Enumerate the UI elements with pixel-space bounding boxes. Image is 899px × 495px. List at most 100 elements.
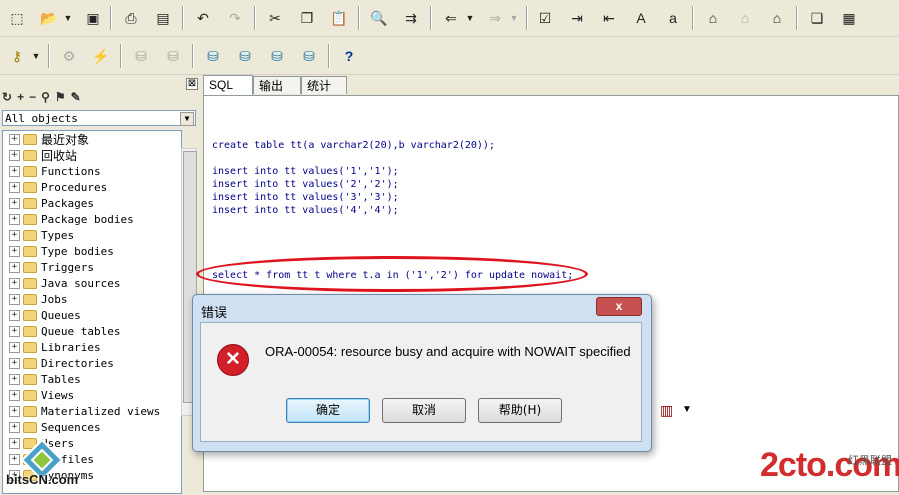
save-icon[interactable]: ▣ xyxy=(82,7,104,29)
tree-item[interactable]: + Tables xyxy=(3,371,81,387)
refresh-icon[interactable]: ↻ xyxy=(2,90,12,106)
expand-icon[interactable]: + xyxy=(9,261,20,273)
tree-item[interactable]: + Functions xyxy=(3,163,101,179)
expand-icon[interactable]: + xyxy=(9,309,20,321)
find-icon[interactable]: 🔍 xyxy=(368,7,390,29)
rollback-icon[interactable]: ⛁ xyxy=(162,45,184,67)
close-icon[interactable]: ⊠ xyxy=(186,78,198,90)
import-dropdown-icon[interactable]: ▼ xyxy=(464,7,476,29)
tree-item[interactable]: + Types xyxy=(3,227,74,243)
copy-icon[interactable]: ❐ xyxy=(296,7,318,29)
folder-icon xyxy=(23,149,37,161)
window-list-icon[interactable]: ❏ xyxy=(806,7,828,29)
sql-explain-icon[interactable]: ⛁ xyxy=(234,45,256,67)
tree-item[interactable]: + Queues xyxy=(3,307,81,323)
expand-icon[interactable]: + xyxy=(9,277,20,289)
dialog-close-button[interactable]: x xyxy=(596,297,642,316)
find-next-icon[interactable]: ⇉ xyxy=(400,7,422,29)
chart-icon[interactable]: ▥ xyxy=(660,402,673,419)
tree-item[interactable]: + Sequences xyxy=(3,419,101,435)
tree-item[interactable]: + 最近对象 xyxy=(3,131,89,147)
tree-item[interactable]: + Packages xyxy=(3,195,94,211)
tree-item-label: Materialized views xyxy=(41,404,161,418)
help-button[interactable]: 帮助(H) xyxy=(478,398,562,423)
export-dropdown-icon[interactable]: ▼ xyxy=(508,7,520,29)
filter-edit-icon[interactable]: ✎ xyxy=(71,90,81,106)
unindent-icon[interactable]: ⇤ xyxy=(598,7,620,29)
chart-dropdown-icon[interactable]: ▼ xyxy=(682,404,692,415)
expand-icon[interactable]: + xyxy=(9,197,20,209)
expand-icon[interactable]: + xyxy=(9,373,20,385)
lowercase-icon[interactable]: a xyxy=(662,7,684,29)
db-export-icon[interactable]: ⛁ xyxy=(298,45,320,67)
expand-icon[interactable]: + xyxy=(9,357,20,369)
expand-icon[interactable]: + xyxy=(9,213,20,225)
expand-icon[interactable]: + xyxy=(9,181,20,193)
folder-icon xyxy=(23,293,37,305)
key-dropdown-icon[interactable]: ▼ xyxy=(30,45,42,67)
paste-icon[interactable]: 📋 xyxy=(328,7,350,29)
tab-output[interactable]: 输出 xyxy=(253,76,301,94)
tab-statistics[interactable]: 统计表 xyxy=(301,76,347,111)
remove-icon[interactable]: − xyxy=(29,90,36,106)
object-filter-value: All objects xyxy=(5,112,78,125)
commit-window-icon[interactable]: ⌂ xyxy=(766,7,788,29)
expand-icon[interactable]: + xyxy=(9,245,20,257)
tree-item[interactable]: + Procedures xyxy=(3,179,107,195)
tree-item-label: Sequences xyxy=(41,420,101,434)
add-icon[interactable]: + xyxy=(17,90,24,106)
tile-icon[interactable]: ▦ xyxy=(838,7,860,29)
tree-item[interactable]: + Views xyxy=(3,387,74,403)
db-icon[interactable]: ⛁ xyxy=(266,45,288,67)
expand-icon[interactable]: + xyxy=(9,165,20,177)
tree-item[interactable]: + 回收站 xyxy=(3,147,77,163)
commit-icon[interactable]: ⛁ xyxy=(130,45,152,67)
help-icon[interactable]: ? xyxy=(338,45,360,67)
lightning-icon[interactable]: ⚡ xyxy=(90,45,112,67)
tree-item[interactable]: + Directories xyxy=(3,355,114,371)
expand-icon[interactable]: + xyxy=(9,405,20,417)
open-icon[interactable]: 📂 xyxy=(38,7,60,29)
redo-icon[interactable]: ↷ xyxy=(224,7,246,29)
expand-icon[interactable]: + xyxy=(9,341,20,353)
expand-icon[interactable]: + xyxy=(9,293,20,305)
tree-item[interactable]: + Triggers xyxy=(3,259,94,275)
indent-icon[interactable]: ⇥ xyxy=(566,7,588,29)
expand-icon[interactable]: + xyxy=(9,149,20,161)
print-icon[interactable]: ⎙ xyxy=(120,7,142,29)
expand-icon[interactable]: + xyxy=(9,229,20,241)
tree-item[interactable]: + Materialized views xyxy=(3,403,160,419)
key-icon[interactable]: ⚷ xyxy=(6,45,28,67)
find-icon[interactable]: ⚲ xyxy=(41,90,50,106)
compile-icon[interactable]: ☑ xyxy=(534,7,556,29)
disconnect-icon[interactable]: ⌂ xyxy=(734,7,756,29)
expand-icon[interactable]: + xyxy=(9,389,20,401)
folder-icon xyxy=(23,421,37,433)
filter-icon[interactable]: ⚑ xyxy=(55,90,66,106)
connect-icon[interactable]: ⌂ xyxy=(702,7,724,29)
undo-icon[interactable]: ↶ xyxy=(192,7,214,29)
new-icon[interactable]: ⬚ xyxy=(6,7,28,29)
print-preview-icon[interactable]: ▤ xyxy=(152,7,174,29)
folder-icon xyxy=(23,341,37,353)
tree-item[interactable]: + Java sources xyxy=(3,275,120,291)
export-icon[interactable]: ⇒ xyxy=(484,7,506,29)
ok-button[interactable]: 确定 xyxy=(286,398,370,423)
expand-icon[interactable]: + xyxy=(9,133,20,145)
sql-icon[interactable]: ⛁ xyxy=(202,45,224,67)
cut-icon[interactable]: ✂ xyxy=(264,7,286,29)
expand-icon[interactable]: + xyxy=(9,421,20,433)
import-icon[interactable]: ⇐ xyxy=(440,7,462,29)
open-dropdown-icon[interactable]: ▼ xyxy=(62,7,74,29)
cancel-button[interactable]: 取消 xyxy=(382,398,466,423)
tree-item[interactable]: + Libraries xyxy=(3,339,101,355)
object-filter-select[interactable]: All objects ▼ xyxy=(2,110,196,126)
uppercase-icon[interactable]: A xyxy=(630,7,652,29)
tree-item[interactable]: + Jobs xyxy=(3,291,68,307)
tree-item[interactable]: + Type bodies xyxy=(3,243,114,259)
expand-icon[interactable]: + xyxy=(9,325,20,337)
tree-item[interactable]: + Queue tables xyxy=(3,323,120,339)
tree-item[interactable]: + Package bodies xyxy=(3,211,134,227)
tab-sql[interactable]: SQL xyxy=(203,75,253,95)
gear-icon[interactable]: ⚙ xyxy=(58,45,80,67)
